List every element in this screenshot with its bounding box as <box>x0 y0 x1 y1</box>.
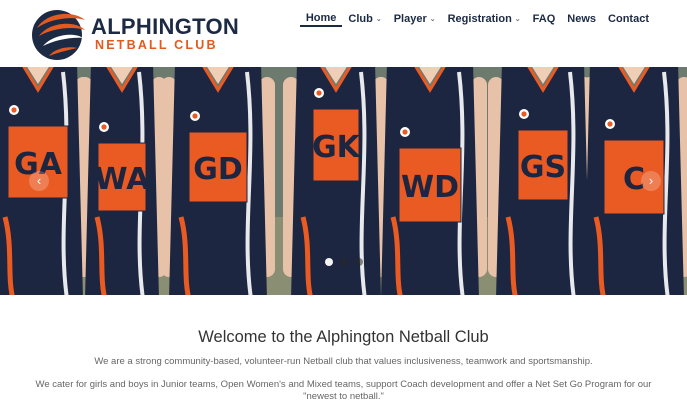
nav-club-label: Club <box>348 13 373 25</box>
nav-news[interactable]: News <box>561 11 602 27</box>
chevron-down-icon: ⌄ <box>514 16 521 23</box>
slider-dot-3[interactable] <box>354 258 363 266</box>
nav-faq-label: FAQ <box>532 13 556 25</box>
nav-player[interactable]: Player ⌄ <box>388 11 442 27</box>
bib-label: GS <box>520 150 566 185</box>
nav-contact-label: Contact <box>608 13 649 25</box>
hero-slider: GA WA GD GK WD GS C ‹ › <box>0 67 687 295</box>
slider-prev-button[interactable]: ‹ <box>29 171 49 191</box>
nav-news-label: News <box>567 13 597 25</box>
welcome-paragraph-2: We cater for girls and boys in Junior te… <box>35 379 652 402</box>
welcome-paragraph-1: We are a strong community-based, volunte… <box>94 356 593 367</box>
slider-dots <box>0 258 687 266</box>
chevron-down-icon: ⌄ <box>375 16 382 23</box>
club-logo[interactable]: ALPHINGTON NETBALL CLUB <box>29 6 239 62</box>
welcome-section: Welcome to the Alphington Netball Club W… <box>0 295 687 412</box>
nav-club[interactable]: Club ⌄ <box>342 11 387 27</box>
welcome-heading: Welcome to the Alphington Netball Club <box>198 328 489 346</box>
main-nav: Home Club ⌄ Player ⌄ Registration ⌄ FAQ New… <box>299 11 655 27</box>
nav-contact[interactable]: Contact <box>602 11 655 27</box>
slider-dot-1[interactable] <box>324 258 333 266</box>
nav-registration-label: Registration <box>447 13 512 25</box>
nav-home[interactable]: Home <box>299 11 343 27</box>
slider-dot-2[interactable] <box>339 258 348 266</box>
netball-logo-icon <box>32 10 85 60</box>
nav-faq[interactable]: FAQ <box>527 11 562 27</box>
site-header: ALPHINGTON NETBALL CLUB Home Club ⌄ Playe… <box>0 0 687 67</box>
chevron-down-icon: ⌄ <box>429 16 436 23</box>
slider-next-button[interactable]: › <box>641 171 661 191</box>
bib-label: GD <box>193 152 243 187</box>
nav-registration[interactable]: Registration ⌄ <box>442 11 527 27</box>
logo-title: ALPHINGTON <box>91 14 240 39</box>
logo-subtitle: NETBALL CLUB <box>95 38 218 52</box>
nav-player-label: Player <box>393 13 427 25</box>
bib-label: GK <box>312 130 362 165</box>
bib-label: WD <box>401 170 459 205</box>
bib-label: WA <box>95 162 151 197</box>
nav-home-label: Home <box>305 12 337 24</box>
